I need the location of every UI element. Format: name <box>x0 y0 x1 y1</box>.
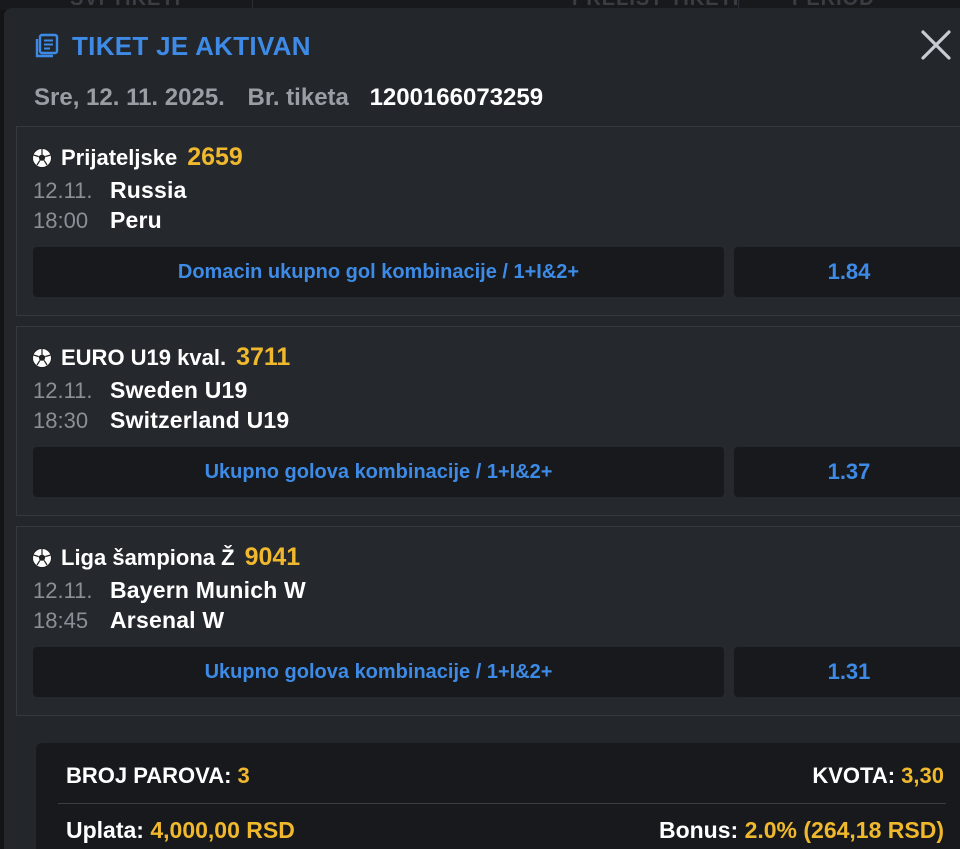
ticket-number-label: Br. tiketa <box>247 84 349 111</box>
match-card: Liga šampiona Ž 9041 12.11. Bayern Munich… <box>16 526 960 716</box>
bet-odd-button[interactable]: 1.84 <box>734 247 960 297</box>
match-time: 18:30 <box>33 408 89 433</box>
match-card: EURO U19 kval. 3711 12.11. Sweden U19 18:… <box>16 326 960 516</box>
match-code: 9041 <box>244 543 301 571</box>
page: SVI TIKETI PRELIST TIKETI PERIOD TIKET J… <box>0 0 960 849</box>
bet-pick-button[interactable]: Domacin ukupno gol kombinacije / 1+I&2+ <box>33 247 724 297</box>
modal-header: TIKET JE AKTIVAN <box>34 28 311 64</box>
away-row: 18:30 Switzerland U19 <box>33 407 289 434</box>
league-name: EURO U19 kval. <box>61 344 227 370</box>
home-team: Russia <box>110 177 187 203</box>
close-icon[interactable] <box>916 25 956 65</box>
home-row: 12.11. Russia <box>33 177 187 204</box>
ticket-summary: BROJ PAROVA: 3 KVOTA: 3,30 Uplata: 4,000… <box>36 743 960 849</box>
bet-pick-button[interactable]: Ukupno golova kombinacije / 1+I&2+ <box>33 447 724 497</box>
match-card: Prijateljske 2659 12.11. Russia 18:00 Peru… <box>16 126 960 316</box>
match-time: 18:45 <box>33 608 89 633</box>
close-button[interactable] <box>916 25 956 65</box>
match-date: 12.11. <box>33 378 93 403</box>
match-date: 12.11. <box>33 178 93 203</box>
stake-label: Uplata: <box>66 817 144 843</box>
pairs-value: 3 <box>237 763 250 788</box>
modal-title: TIKET JE AKTIVAN <box>72 30 311 61</box>
match-code: 2659 <box>187 143 243 171</box>
bet-odd-button[interactable]: 1.37 <box>734 447 960 497</box>
odds-value: 3,30 <box>901 763 944 788</box>
pairs-count: BROJ PAROVA: 3 <box>66 763 250 789</box>
league-row: Liga šampiona Ž 9041 <box>31 543 300 572</box>
soccer-ball-icon <box>32 147 52 168</box>
summary-row-pairs-odds: BROJ PAROVA: 3 KVOTA: 3,30 <box>66 763 944 789</box>
bonus: Bonus: 2.0% (264,18 RSD) <box>659 817 944 844</box>
home-row: 12.11. Bayern Munich W <box>33 577 306 604</box>
bet-pick-button[interactable]: Ukupno golova kombinacije / 1+I&2+ <box>33 647 724 697</box>
away-team: Arsenal W <box>110 607 225 633</box>
total-odds: KVOTA: 3,30 <box>812 763 944 789</box>
home-team: Sweden U19 <box>110 377 248 403</box>
away-row: 18:00 Peru <box>33 207 162 234</box>
soccer-ball-icon <box>32 547 52 568</box>
ticket-list-icon <box>35 33 59 58</box>
bet-odd-button[interactable]: 1.31 <box>734 647 960 697</box>
league-name: Prijateljske <box>61 144 178 170</box>
match-date: 12.11. <box>33 578 93 603</box>
away-row: 18:45 Arsenal W <box>33 607 224 634</box>
summary-divider <box>58 803 946 804</box>
stake-value: 4,000,00 RSD <box>150 817 295 843</box>
bonus-label: Bonus: <box>658 817 739 843</box>
home-team: Bayern Munich W <box>110 577 306 603</box>
match-code: 3711 <box>236 343 291 371</box>
match-time: 18:00 <box>33 208 89 233</box>
league-name: Liga šampiona Ž <box>61 544 235 570</box>
ticket-number: 1200166073259 <box>369 84 544 111</box>
league-row: Prijateljske 2659 <box>31 143 243 172</box>
home-row: 12.11. Sweden U19 <box>33 377 248 404</box>
ticket-modal: TIKET JE AKTIVAN Sre, 12. 11. 2025. Br. … <box>4 8 960 849</box>
summary-row-stake-bonus: Uplata: 4,000,00 RSD Bonus: 2.0% (264,18… <box>66 817 944 844</box>
pairs-label: BROJ PAROVA: <box>66 763 232 788</box>
ticket-meta: Sre, 12. 11. 2025. Br. tiketa 1200166073… <box>34 84 543 112</box>
soccer-ball-icon <box>32 347 52 368</box>
stake: Uplata: 4,000,00 RSD <box>66 817 295 844</box>
league-row: EURO U19 kval. 3711 <box>31 343 290 372</box>
away-team: Peru <box>110 207 162 233</box>
bonus-value: 2.0% (264,18 RSD) <box>744 817 944 843</box>
odds-label: KVOTA: <box>812 763 896 788</box>
away-team: Switzerland U19 <box>110 407 290 433</box>
ticket-date: Sre, 12. 11. 2025. <box>34 84 225 111</box>
